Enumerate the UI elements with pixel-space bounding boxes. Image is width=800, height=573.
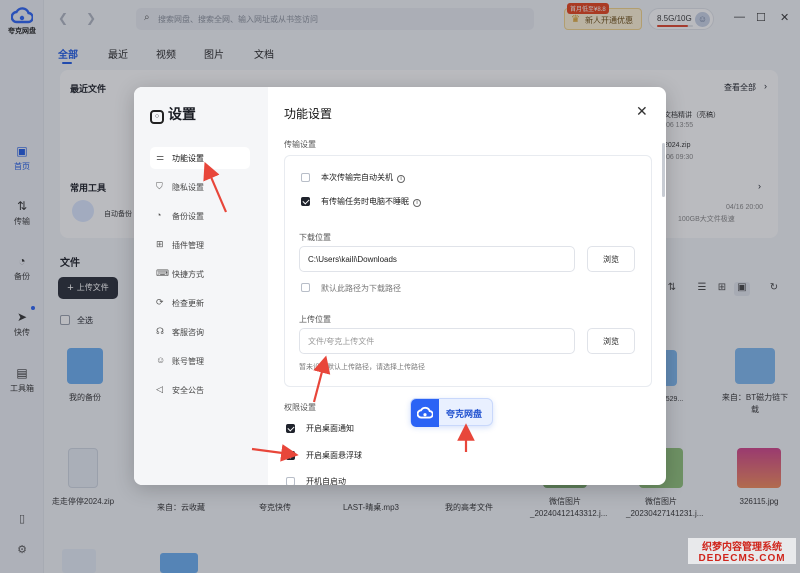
upload-location-label: 上传位置 [299,315,331,324]
transfer-settings-box: 本次传输完自动关机 i 有传输任务时电脑不睡眠 i 下载位置 浏览 默认此路径为下载… [284,155,652,387]
default-download-label: 默认此路径为下载路径 [321,284,401,293]
floating-ball-label: 夸克网盘 [446,409,483,419]
settings-title: ○ 设置 [150,104,196,124]
upload-browse-button[interactable]: 浏览 [587,328,635,354]
desktop-notify-label: 开启桌面通知 [306,424,354,433]
floating-ball-checkbox[interactable] [286,451,295,460]
floating-ball-label: 开启桌面悬浮球 [306,451,362,460]
transfer-section-label: 传输设置 [284,140,316,149]
autostart-label: 开机自启动 [306,477,346,485]
desktop-notify-checkbox[interactable] [286,424,295,433]
desktop-floating-ball[interactable]: 夸克网盘 [410,398,493,427]
settings-scrollbar[interactable] [662,143,665,197]
default-download-checkbox[interactable] [301,283,310,292]
cloud-logo-icon [411,399,439,427]
info-icon[interactable]: i [413,199,421,207]
plugin-icon: ⊞ [156,239,164,249]
shutdown-option-label: 本次传输完自动关机 i [321,172,405,183]
settings-heading: 功能设置 [284,107,333,121]
autostart-checkbox[interactable] [286,477,295,485]
upload-path-input[interactable] [299,328,575,354]
backup-icon: ◔ [156,210,162,220]
update-icon: ⟳ [156,297,164,307]
shortcut-icon: ⌨ [156,268,169,278]
settings-nav-label: 插件管理 [172,241,204,250]
settings-nav-label: 客服咨询 [172,328,204,337]
settings-nav-shortcuts[interactable]: ⌨ 快捷方式 [150,263,250,285]
settings-nav-label: 备份设置 [172,212,204,221]
settings-nav-support[interactable]: ☊ 客服咨询 [150,321,250,343]
shutdown-option-text: 本次传输完自动关机 [321,173,393,182]
settings-dialog: ○ 设置 ⚌ 功能设置 ⛉ 隐私设置 ◔ 备份设置 ⊞ 插件管理 ⌨ 快捷方式 ⟳… [134,87,666,485]
download-browse-button[interactable]: 浏览 [587,246,635,272]
settings-nav-label: 检查更新 [172,299,204,308]
settings-hex-icon: ○ [150,110,164,124]
settings-sidebar: ○ 设置 ⚌ 功能设置 ⛉ 隐私设置 ◔ 备份设置 ⊞ 插件管理 ⌨ 快捷方式 ⟳… [134,87,268,485]
settings-nav-label: 功能设置 [172,154,204,163]
shield-icon: ⛉ [156,181,163,191]
download-path-input[interactable] [299,246,575,272]
settings-nav-label: 隐私设置 [172,183,204,192]
settings-nav-backup[interactable]: ◔ 备份设置 [150,205,250,227]
announce-icon: ◁ [156,384,163,394]
permission-section-label: 权限设置 [284,403,316,412]
settings-nav-update[interactable]: ⟳ 检查更新 [150,292,250,314]
watermark-line2: DEDECMS.COM [698,553,786,564]
settings-nav-privacy[interactable]: ⛉ 隐私设置 [150,176,250,198]
close-dialog-icon[interactable]: ✕ [636,103,648,120]
no-sleep-option-text: 有传输任务时电脑不睡眠 [321,197,409,206]
settings-nav-account[interactable]: ☺ 账号管理 [150,350,250,372]
settings-nav-label: 安全公告 [172,386,204,395]
sliders-icon: ⚌ [156,152,165,162]
upload-hint: 暂未设置默认上传路径，请选择上传路径 [299,364,425,371]
settings-nav-label: 账号管理 [172,357,204,366]
settings-nav-function[interactable]: ⚌ 功能设置 [150,147,250,169]
headset-icon: ☊ [156,326,164,336]
settings-title-text: 设置 [168,106,196,122]
watermark-line1: 织梦内容管理系统 [702,542,782,553]
shutdown-checkbox[interactable] [301,173,310,182]
account-icon: ☺ [156,355,166,365]
info-icon[interactable]: i [397,175,405,183]
settings-nav-announcements[interactable]: ◁ 安全公告 [150,379,250,401]
download-location-label: 下载位置 [299,233,331,242]
settings-nav-plugins[interactable]: ⊞ 插件管理 [150,234,250,256]
no-sleep-checkbox[interactable] [301,197,310,206]
no-sleep-option-label: 有传输任务时电脑不睡眠 i [321,196,421,207]
settings-nav-label: 快捷方式 [172,270,204,279]
watermark: 织梦内容管理系统 DEDECMS.COM [688,538,796,564]
